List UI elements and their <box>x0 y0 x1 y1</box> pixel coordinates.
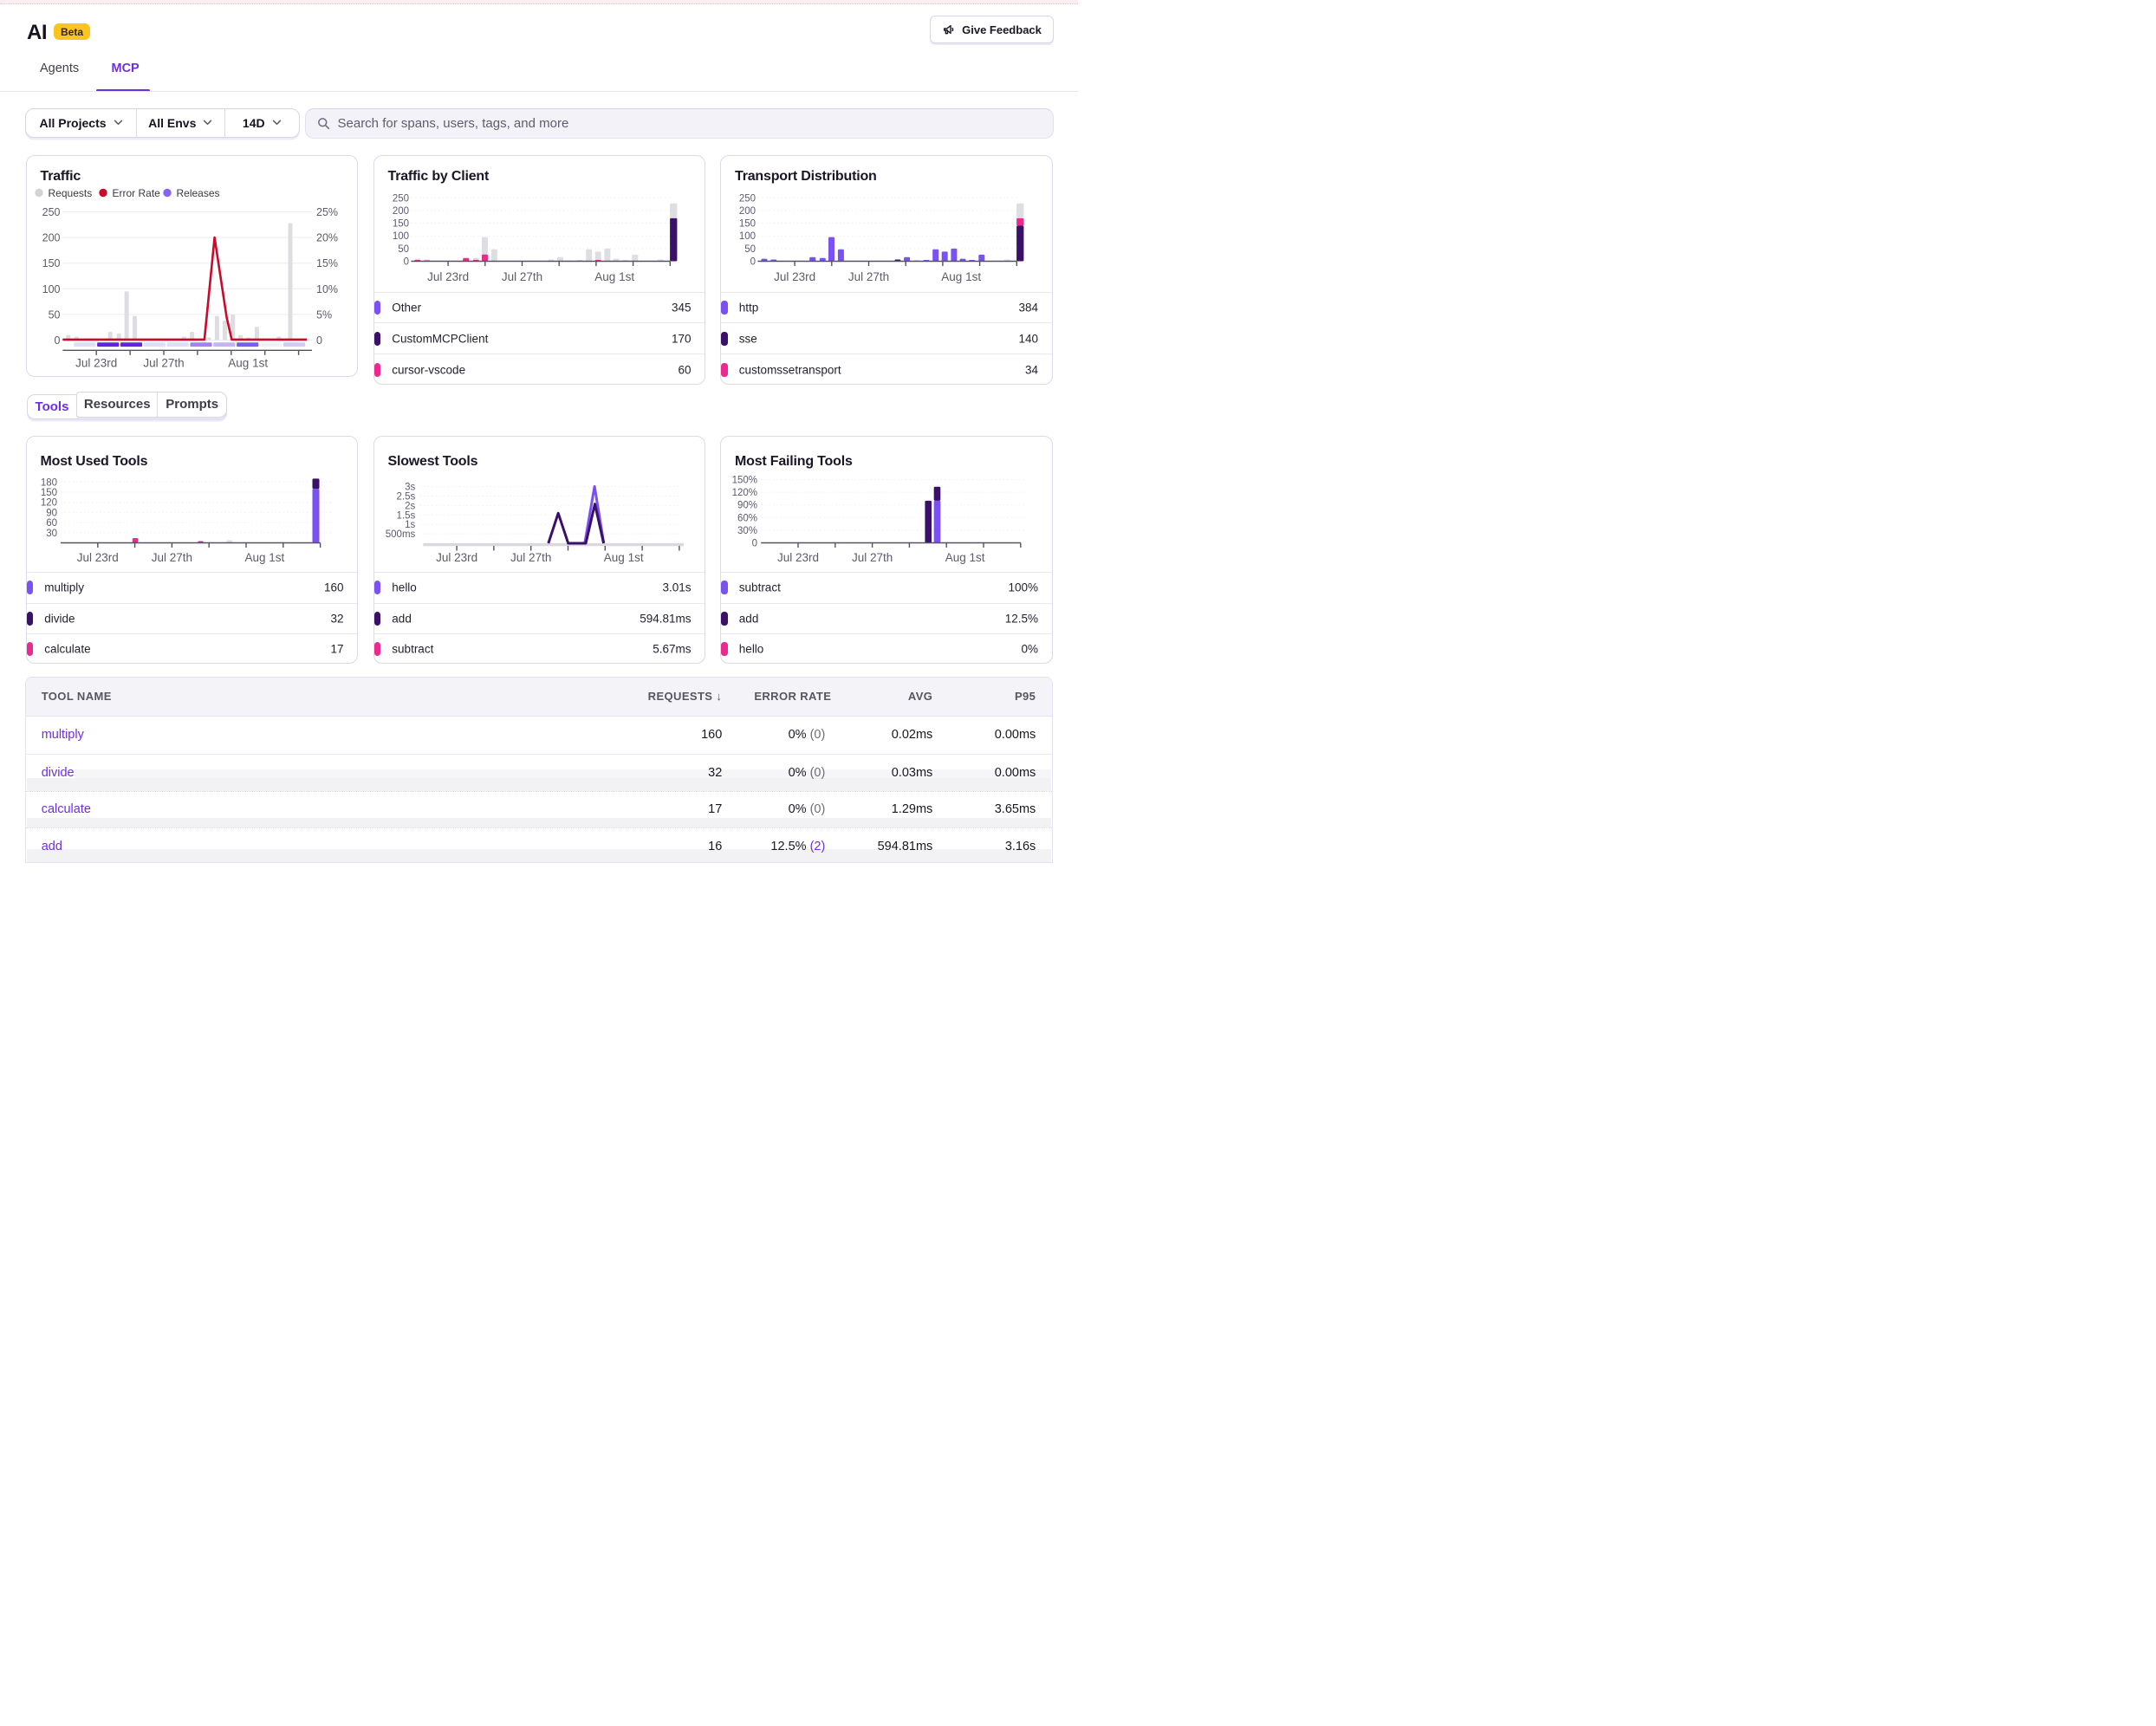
svg-text:180: 180 <box>40 477 56 488</box>
svg-text:3s: 3s <box>405 482 415 492</box>
svg-text:Jul 23rd: Jul 23rd <box>427 270 469 283</box>
svg-text:120%: 120% <box>732 488 757 498</box>
svg-text:500ms: 500ms <box>385 529 415 540</box>
svg-text:200: 200 <box>739 205 756 216</box>
svg-text:Error Rate: Error Rate <box>112 186 160 198</box>
svg-text:2.5s: 2.5s <box>396 491 415 502</box>
svg-text:150: 150 <box>42 257 60 269</box>
svg-text:Aug 1st: Aug 1st <box>594 270 634 283</box>
svg-text:2s: 2s <box>405 501 415 511</box>
svg-text:200: 200 <box>392 205 408 216</box>
svg-text:25%: 25% <box>316 206 338 218</box>
svg-text:Aug 1st: Aug 1st <box>244 551 284 564</box>
svg-text:250: 250 <box>392 193 408 204</box>
svg-text:Jul 27th: Jul 27th <box>143 356 184 369</box>
svg-text:Jul 23rd: Jul 23rd <box>76 551 118 564</box>
svg-text:Jul 27th: Jul 27th <box>510 551 551 564</box>
svg-text:30: 30 <box>46 528 57 538</box>
svg-text:60: 60 <box>46 518 57 529</box>
svg-text:Aug 1st: Aug 1st <box>228 356 268 369</box>
svg-text:1.5s: 1.5s <box>396 510 415 521</box>
svg-text:Jul 27th: Jul 27th <box>151 551 192 564</box>
svg-text:Jul 27th: Jul 27th <box>848 270 889 283</box>
svg-text:50: 50 <box>744 243 756 254</box>
svg-text:20%: 20% <box>316 231 338 243</box>
svg-text:Releases: Releases <box>176 186 219 198</box>
svg-text:Jul 23rd: Jul 23rd <box>777 551 819 564</box>
svg-text:150: 150 <box>739 218 756 229</box>
svg-text:5%: 5% <box>316 308 332 321</box>
svg-text:0: 0 <box>403 256 408 267</box>
svg-text:250: 250 <box>739 193 756 204</box>
svg-text:1s: 1s <box>405 520 415 530</box>
svg-text:60%: 60% <box>737 513 757 523</box>
svg-text:Requests: Requests <box>48 186 92 198</box>
svg-text:250: 250 <box>42 206 60 218</box>
svg-text:150: 150 <box>392 218 408 229</box>
svg-text:Jul 23rd: Jul 23rd <box>75 356 117 369</box>
svg-text:100: 100 <box>42 282 60 295</box>
svg-text:Aug 1st: Aug 1st <box>941 270 981 283</box>
svg-text:Aug 1st: Aug 1st <box>945 551 985 564</box>
svg-text:Aug 1st: Aug 1st <box>603 551 643 564</box>
svg-text:Jul 27th: Jul 27th <box>501 270 542 283</box>
svg-text:90%: 90% <box>737 500 757 510</box>
svg-text:0: 0 <box>54 334 60 347</box>
svg-text:100: 100 <box>739 231 756 242</box>
svg-text:120: 120 <box>40 497 56 508</box>
svg-text:0: 0 <box>752 538 757 548</box>
svg-text:150: 150 <box>40 488 56 498</box>
svg-text:200: 200 <box>42 231 60 243</box>
svg-text:0: 0 <box>316 334 322 347</box>
svg-text:150%: 150% <box>732 475 757 485</box>
svg-text:Jul 27th: Jul 27th <box>852 551 893 564</box>
svg-text:50: 50 <box>398 243 409 254</box>
svg-text:10%: 10% <box>316 282 338 295</box>
svg-text:0: 0 <box>750 256 756 267</box>
svg-text:100: 100 <box>392 231 408 242</box>
svg-text:Jul 23rd: Jul 23rd <box>774 270 815 283</box>
svg-text:50: 50 <box>48 308 60 321</box>
svg-text:90: 90 <box>46 508 57 518</box>
svg-text:Jul 23rd: Jul 23rd <box>436 551 477 564</box>
svg-text:15%: 15% <box>316 257 338 269</box>
svg-text:30%: 30% <box>737 525 757 535</box>
